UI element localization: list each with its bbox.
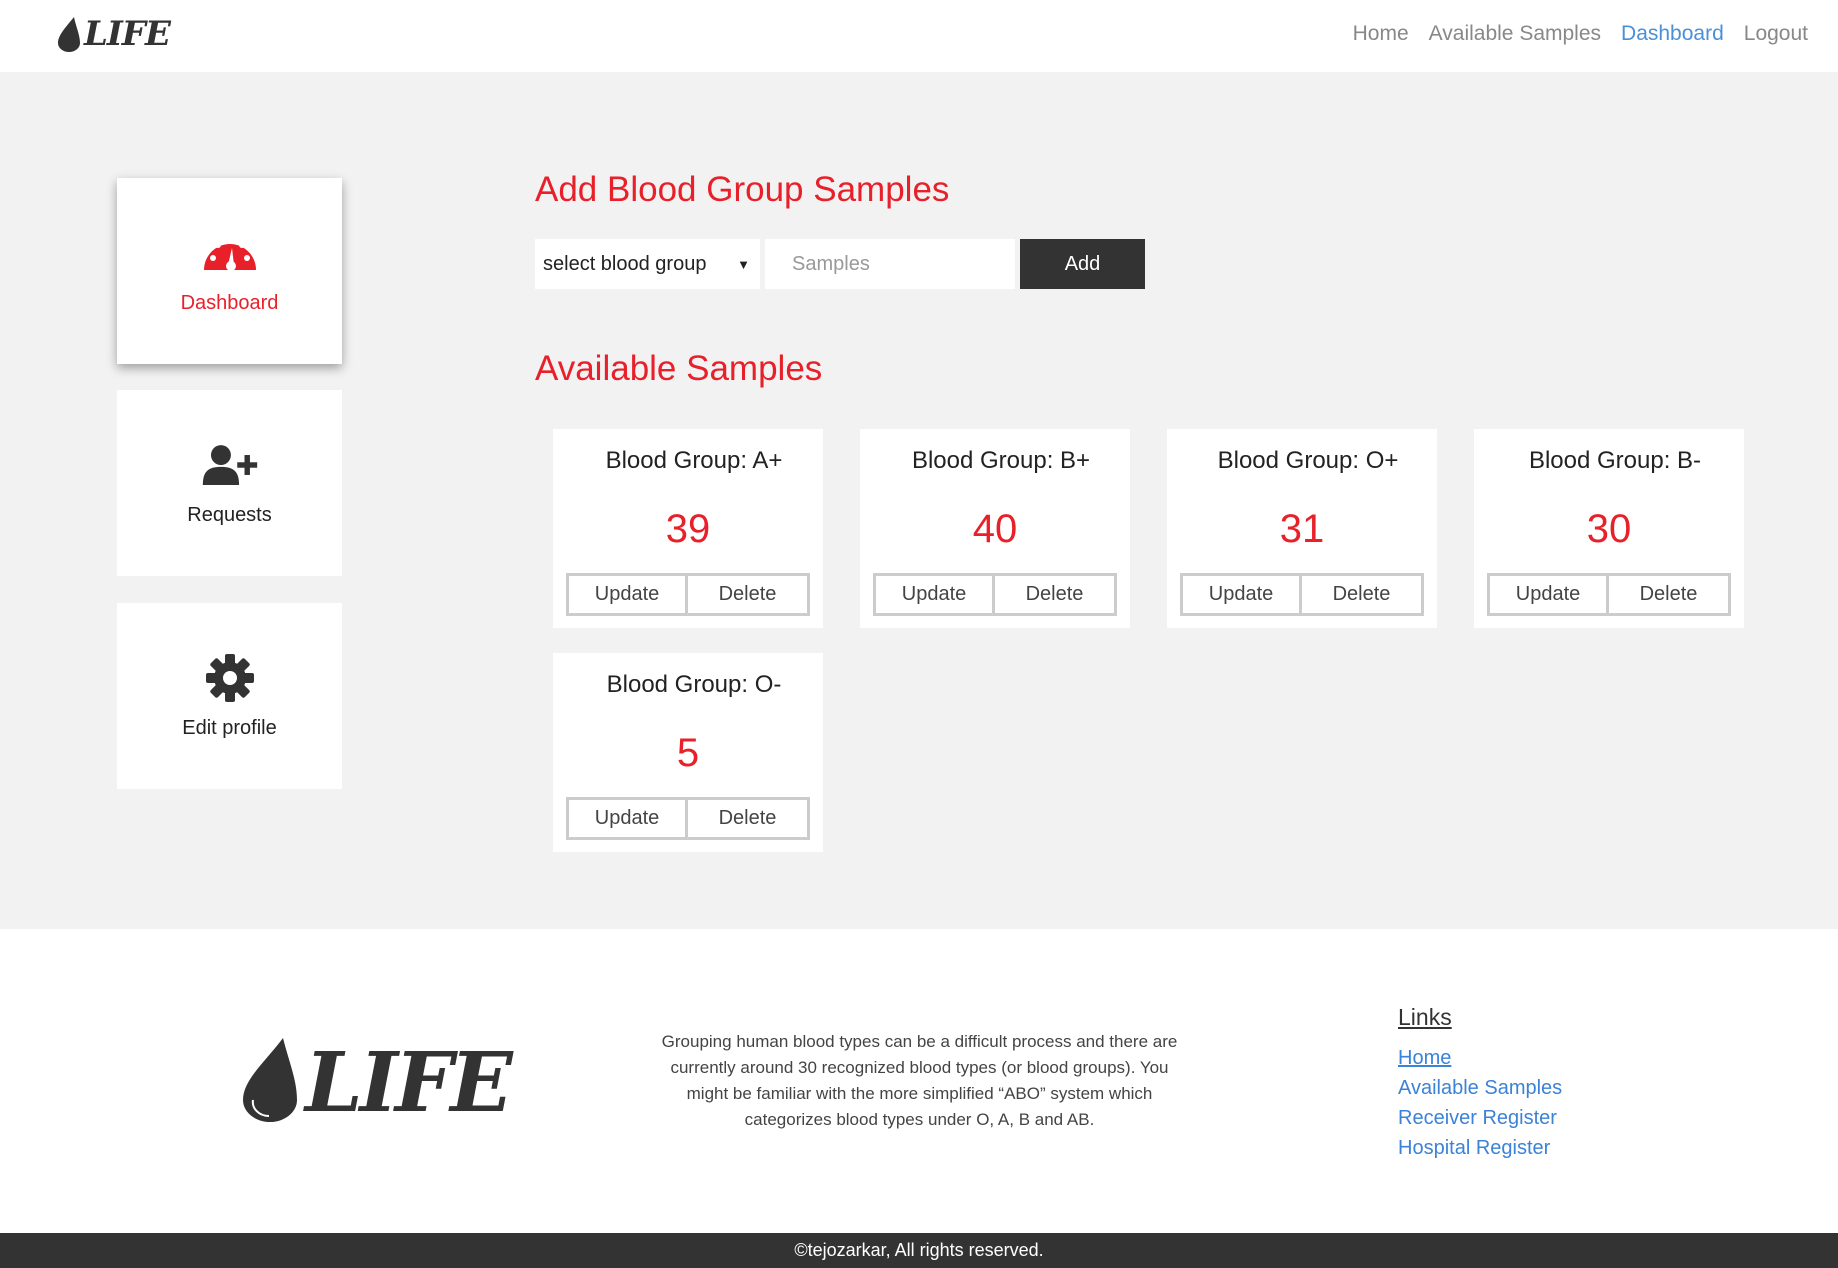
samples-grid: Blood Group: A+ 39 Update Delete Blood G…	[553, 429, 1745, 852]
footer-links: Links Home Available Samples Receiver Re…	[1398, 1004, 1562, 1163]
sample-count: 5	[676, 731, 700, 775]
brand-logo[interactable]: LIFE	[56, 14, 171, 54]
blood-drop-icon	[243, 1038, 297, 1122]
blood-group-select[interactable]: select blood group ▼	[535, 239, 760, 289]
blood-group-label: Blood Group: O-	[606, 671, 782, 698]
footer-link-home[interactable]: Home	[1398, 1043, 1562, 1073]
sample-count: 39	[665, 507, 711, 551]
update-button[interactable]: Update	[1180, 573, 1302, 616]
footer-links-heading: Links	[1398, 1004, 1452, 1030]
blood-group-label: Blood Group: B-	[1528, 447, 1702, 474]
blood-group-select-value: select blood group	[543, 252, 707, 275]
nav-link-dashboard[interactable]: Dashboard	[1621, 22, 1724, 46]
update-button[interactable]: Update	[873, 573, 995, 616]
sidebar-item-label: Edit profile	[182, 716, 277, 739]
delete-button[interactable]: Delete	[1609, 573, 1731, 616]
gear-icon	[205, 653, 254, 702]
delete-button[interactable]: Delete	[1302, 573, 1424, 616]
sample-card: Blood Group: O+ 31 Update Delete	[1167, 429, 1437, 628]
sidebar-item-dashboard[interactable]: Dashboard	[117, 178, 342, 364]
nav-link-home[interactable]: Home	[1353, 22, 1409, 46]
sidebar-item-label: Requests	[187, 503, 272, 526]
footer-logo-text: LIFE	[305, 1035, 513, 1131]
footer-logo: LIFE	[239, 1034, 513, 1131]
footer-description: Grouping human blood types can be a diff…	[661, 1032, 1178, 1129]
nav-link-available-samples[interactable]: Available Samples	[1429, 22, 1601, 46]
chevron-down-icon: ▼	[737, 256, 750, 272]
samples-input[interactable]	[765, 239, 1015, 289]
footer: LIFE Grouping human blood types can be a…	[0, 929, 1838, 1233]
sample-card: Blood Group: A+ 39 Update Delete	[553, 429, 823, 628]
sample-count: 31	[1279, 507, 1325, 551]
sample-count: 30	[1586, 507, 1632, 551]
add-samples-title: Add Blood Group Samples	[535, 170, 950, 209]
nav-links: Home Available Samples Dashboard Logout	[1353, 22, 1808, 46]
blood-group-label: Blood Group: O+	[1217, 447, 1399, 474]
footer-link-hospital-register[interactable]: Hospital Register	[1398, 1133, 1562, 1163]
sidebar-item-label: Dashboard	[180, 291, 279, 314]
user-plus-icon	[202, 444, 257, 485]
copyright-bar: ©tejozarkar, All rights reserved.	[0, 1233, 1838, 1268]
add-samples-form: select blood group ▼ Add	[535, 239, 1145, 289]
update-button[interactable]: Update	[1487, 573, 1609, 616]
update-button[interactable]: Update	[566, 797, 688, 840]
delete-button[interactable]: Delete	[688, 573, 810, 616]
delete-button[interactable]: Delete	[688, 797, 810, 840]
speedometer-icon	[203, 235, 256, 271]
sidebar-item-edit-profile[interactable]: Edit profile	[117, 603, 342, 789]
delete-button[interactable]: Delete	[995, 573, 1117, 616]
sample-card: Blood Group: B+ 40 Update Delete	[860, 429, 1130, 628]
footer-link-available-samples[interactable]: Available Samples	[1398, 1073, 1562, 1103]
sidebar-item-requests[interactable]: Requests	[117, 390, 342, 576]
sample-card: Blood Group: B- 30 Update Delete	[1474, 429, 1744, 628]
update-button[interactable]: Update	[566, 573, 688, 616]
nav-link-logout[interactable]: Logout	[1744, 22, 1808, 46]
blood-group-label: Blood Group: A+	[605, 447, 783, 474]
brand-logo-text: LIFE	[84, 14, 171, 54]
available-samples-title: Available Samples	[535, 349, 823, 388]
navbar: LIFE Home Available Samples Dashboard Lo…	[0, 0, 1838, 72]
add-button[interactable]: Add	[1020, 239, 1145, 289]
blood-drop-icon	[58, 17, 80, 52]
footer-link-receiver-register[interactable]: Receiver Register	[1398, 1103, 1562, 1133]
sample-count: 40	[972, 507, 1018, 551]
sample-card: Blood Group: O- 5 Update Delete	[553, 653, 823, 852]
blood-group-label: Blood Group: B+	[911, 447, 1091, 474]
